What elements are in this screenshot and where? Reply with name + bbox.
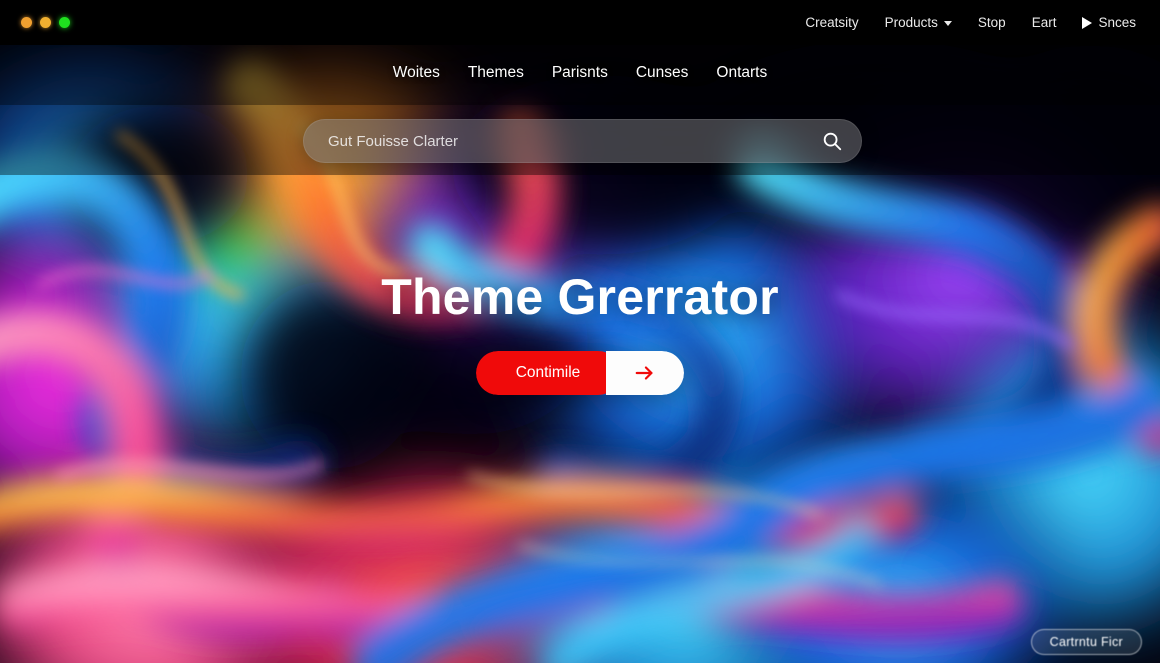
topnav-label: Stop xyxy=(977,15,1006,30)
title-bar: Creatsity Products Stop Eart Snces xyxy=(0,0,1160,45)
close-button[interactable] xyxy=(21,17,32,28)
subnav-item-parisnts[interactable]: Parisnts xyxy=(552,64,608,82)
subnav-item-themes[interactable]: Themes xyxy=(468,64,524,82)
next-arrow-button[interactable] xyxy=(606,351,685,395)
chevron-down-icon xyxy=(943,21,952,26)
browser-window: Creatsity Products Stop Eart Snces Woite… xyxy=(0,0,1160,663)
arrow-right-icon xyxy=(635,366,653,380)
secondary-navigation: Woites Themes Parisnts Cunses Ontarts xyxy=(0,64,1160,82)
topnav-item-products[interactable]: Products xyxy=(885,15,952,30)
topnav-label: Products xyxy=(884,15,938,30)
cta-button-group: Contimile xyxy=(475,351,685,395)
subnav-item-woites[interactable]: Woites xyxy=(393,64,440,82)
topnav-item-creatsity[interactable]: Creatsity xyxy=(805,15,858,30)
search-container xyxy=(303,119,862,163)
page-title: Theme Grerrator xyxy=(381,269,779,325)
topnav-label: Eart xyxy=(1031,15,1057,30)
topnav-label: Snces xyxy=(1098,15,1136,30)
topnav-item-stop[interactable]: Stop xyxy=(978,15,1006,30)
subnav-item-ontarts[interactable]: Ontarts xyxy=(716,64,767,82)
traffic-lights xyxy=(21,17,70,28)
minimize-button[interactable] xyxy=(40,17,51,28)
continue-button[interactable]: Contimile xyxy=(475,351,621,395)
search-bar[interactable] xyxy=(303,119,862,163)
status-badge[interactable]: Cartrntu Ficr xyxy=(1030,629,1142,655)
topnav-item-eart[interactable]: Eart xyxy=(1032,15,1057,30)
search-icon[interactable] xyxy=(821,130,843,152)
top-navigation: Creatsity Products Stop Eart Snces xyxy=(805,15,1136,30)
subnav-item-cunses[interactable]: Cunses xyxy=(636,64,689,82)
topnav-label: Creatsity xyxy=(805,15,859,30)
maximize-button[interactable] xyxy=(59,17,70,28)
play-icon xyxy=(1082,16,1093,29)
topnav-item-snces[interactable]: Snces xyxy=(1082,15,1136,30)
search-input[interactable] xyxy=(328,132,821,150)
